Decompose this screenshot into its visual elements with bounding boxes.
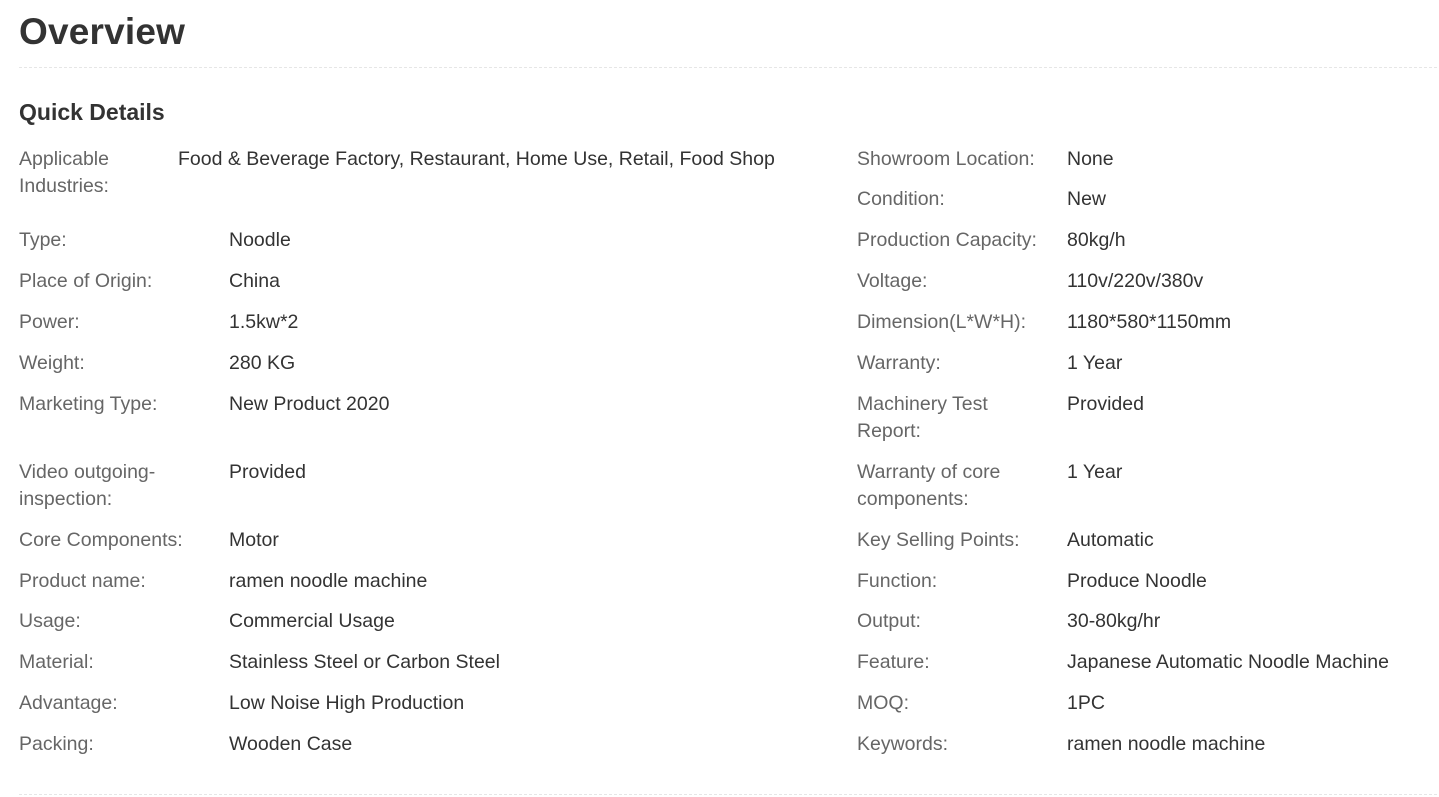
detail-value: 1.5kw*2 (229, 311, 299, 333)
detail-label: Feature: (857, 651, 930, 673)
detail-label: Usage: (19, 610, 81, 632)
detail-row-material: Material: Stainless Steel or Carbon Stee… (19, 649, 799, 690)
detail-value: None (1067, 148, 1114, 170)
detail-row-keywords: Keywords: ramen noodle machine (857, 731, 1432, 772)
detail-label: Warranty: (857, 352, 941, 374)
detail-row-product-name: Product name: ramen noodle machine (19, 568, 799, 608)
detail-value: Wooden Case (229, 733, 353, 755)
detail-label: Applicable Industries: (19, 148, 109, 197)
detail-row-showroom-location: Showroom Location: None (857, 146, 1432, 186)
detail-row-core-components: Core Components: Motor (19, 527, 799, 568)
detail-value: 1 Year (1067, 352, 1123, 374)
detail-row-key-selling-points: Key Selling Points: Automatic (857, 527, 1432, 568)
details-left-column: Applicable Industries: Food & Beverage F… (19, 146, 799, 772)
detail-label: Product name: (19, 570, 146, 592)
detail-value: Stainless Steel or Carbon Steel (229, 651, 500, 673)
detail-value: 110v/220v/380v (1067, 270, 1204, 292)
detail-label: Function: (857, 570, 938, 592)
detail-row-warranty: Warranty: 1 Year (857, 350, 1432, 391)
detail-value: 80kg/h (1067, 229, 1126, 251)
detail-label: Warranty of core components: (857, 461, 1001, 510)
detail-label: Packing: (19, 733, 94, 755)
top-divider (19, 67, 1437, 68)
detail-row-weight: Weight: 280 KG (19, 350, 799, 391)
detail-value: Motor (229, 529, 279, 551)
detail-label: Core Components: (19, 529, 183, 551)
detail-row-condition: Condition: New (857, 186, 1432, 227)
detail-label: Type: (19, 229, 67, 251)
detail-value: 30-80kg/hr (1067, 610, 1161, 632)
detail-label: Marketing Type: (19, 393, 158, 415)
detail-label: Weight: (19, 352, 85, 374)
detail-value: ramen noodle machine (229, 570, 428, 592)
detail-label: Material: (19, 651, 94, 673)
detail-row-marketing-type: Marketing Type: New Product 2020 (19, 391, 799, 459)
detail-row-function: Function: Produce Noodle (857, 568, 1432, 608)
detail-row-usage: Usage: Commercial Usage (19, 608, 799, 649)
detail-value: Noodle (229, 229, 291, 251)
detail-label: Key Selling Points: (857, 529, 1020, 551)
detail-row-advantage: Advantage: Low Noise High Production (19, 690, 799, 731)
section-title: Quick Details (19, 99, 165, 125)
detail-row-place-of-origin: Place of Origin: China (19, 268, 799, 309)
detail-label: Machinery Test Report: (857, 393, 988, 442)
detail-row-machinery-test-report: Machinery Test Report: Provided (857, 391, 1432, 459)
detail-value: 280 KG (229, 352, 296, 374)
bottom-divider (19, 794, 1437, 795)
detail-value: ramen noodle machine (1067, 733, 1266, 755)
detail-row-warranty-core-components: Warranty of core components: 1 Year (857, 459, 1432, 527)
detail-value: Provided (1067, 393, 1144, 415)
detail-value: 1PC (1067, 692, 1105, 714)
detail-label: Showroom Location: (857, 148, 1035, 170)
detail-label: Condition: (857, 188, 945, 210)
detail-label: Advantage: (19, 692, 118, 714)
detail-value: Automatic (1067, 529, 1154, 551)
detail-label: MOQ: (857, 692, 909, 714)
detail-row-power: Power: 1.5kw*2 (19, 309, 799, 350)
detail-row-type: Type: Noodle (19, 227, 799, 268)
detail-row-video-outgoing-inspection: Video outgoing-inspection: Provided (19, 459, 799, 527)
detail-value: Commercial Usage (229, 610, 395, 632)
detail-row-packing: Packing: Wooden Case (19, 731, 799, 772)
detail-row-feature: Feature: Japanese Automatic Noodle Machi… (857, 649, 1432, 690)
detail-row-dimension: Dimension(L*W*H): 1180*580*1150mm (857, 309, 1432, 350)
detail-label: Keywords: (857, 733, 949, 755)
detail-label: Video outgoing-inspection: (19, 461, 156, 510)
detail-value: New (1067, 188, 1107, 210)
detail-row-applicable-industries: Applicable Industries: Food & Beverage F… (19, 146, 799, 227)
detail-value: 1180*580*1150mm (1067, 311, 1232, 333)
detail-value: Produce Noodle (1067, 570, 1207, 592)
detail-label: Power: (19, 311, 80, 333)
detail-row-moq: MOQ: 1PC (857, 690, 1432, 731)
page-title: Overview (19, 11, 186, 52)
detail-row-production-capacity: Production Capacity: 80kg/h (857, 227, 1432, 268)
detail-value: Japanese Automatic Noodle Machine (1067, 651, 1389, 673)
detail-label: Production Capacity: (857, 229, 1037, 251)
detail-label: Place of Origin: (19, 270, 153, 292)
detail-label: Dimension(L*W*H): (857, 311, 1027, 333)
detail-value: Food & Beverage Factory, Restaurant, Hom… (178, 148, 775, 170)
detail-row-output: Output: 30-80kg/hr (857, 608, 1432, 649)
detail-value: China (229, 270, 280, 292)
detail-label: Output: (857, 610, 921, 632)
detail-row-voltage: Voltage: 110v/220v/380v (857, 268, 1432, 309)
detail-value: Low Noise High Production (229, 692, 465, 714)
details-right-column: Showroom Location: None Condition: New P… (857, 146, 1432, 772)
detail-label: Voltage: (857, 270, 928, 292)
detail-value: New Product 2020 (229, 393, 390, 415)
detail-value: Provided (229, 461, 306, 483)
detail-value: 1 Year (1067, 461, 1123, 483)
